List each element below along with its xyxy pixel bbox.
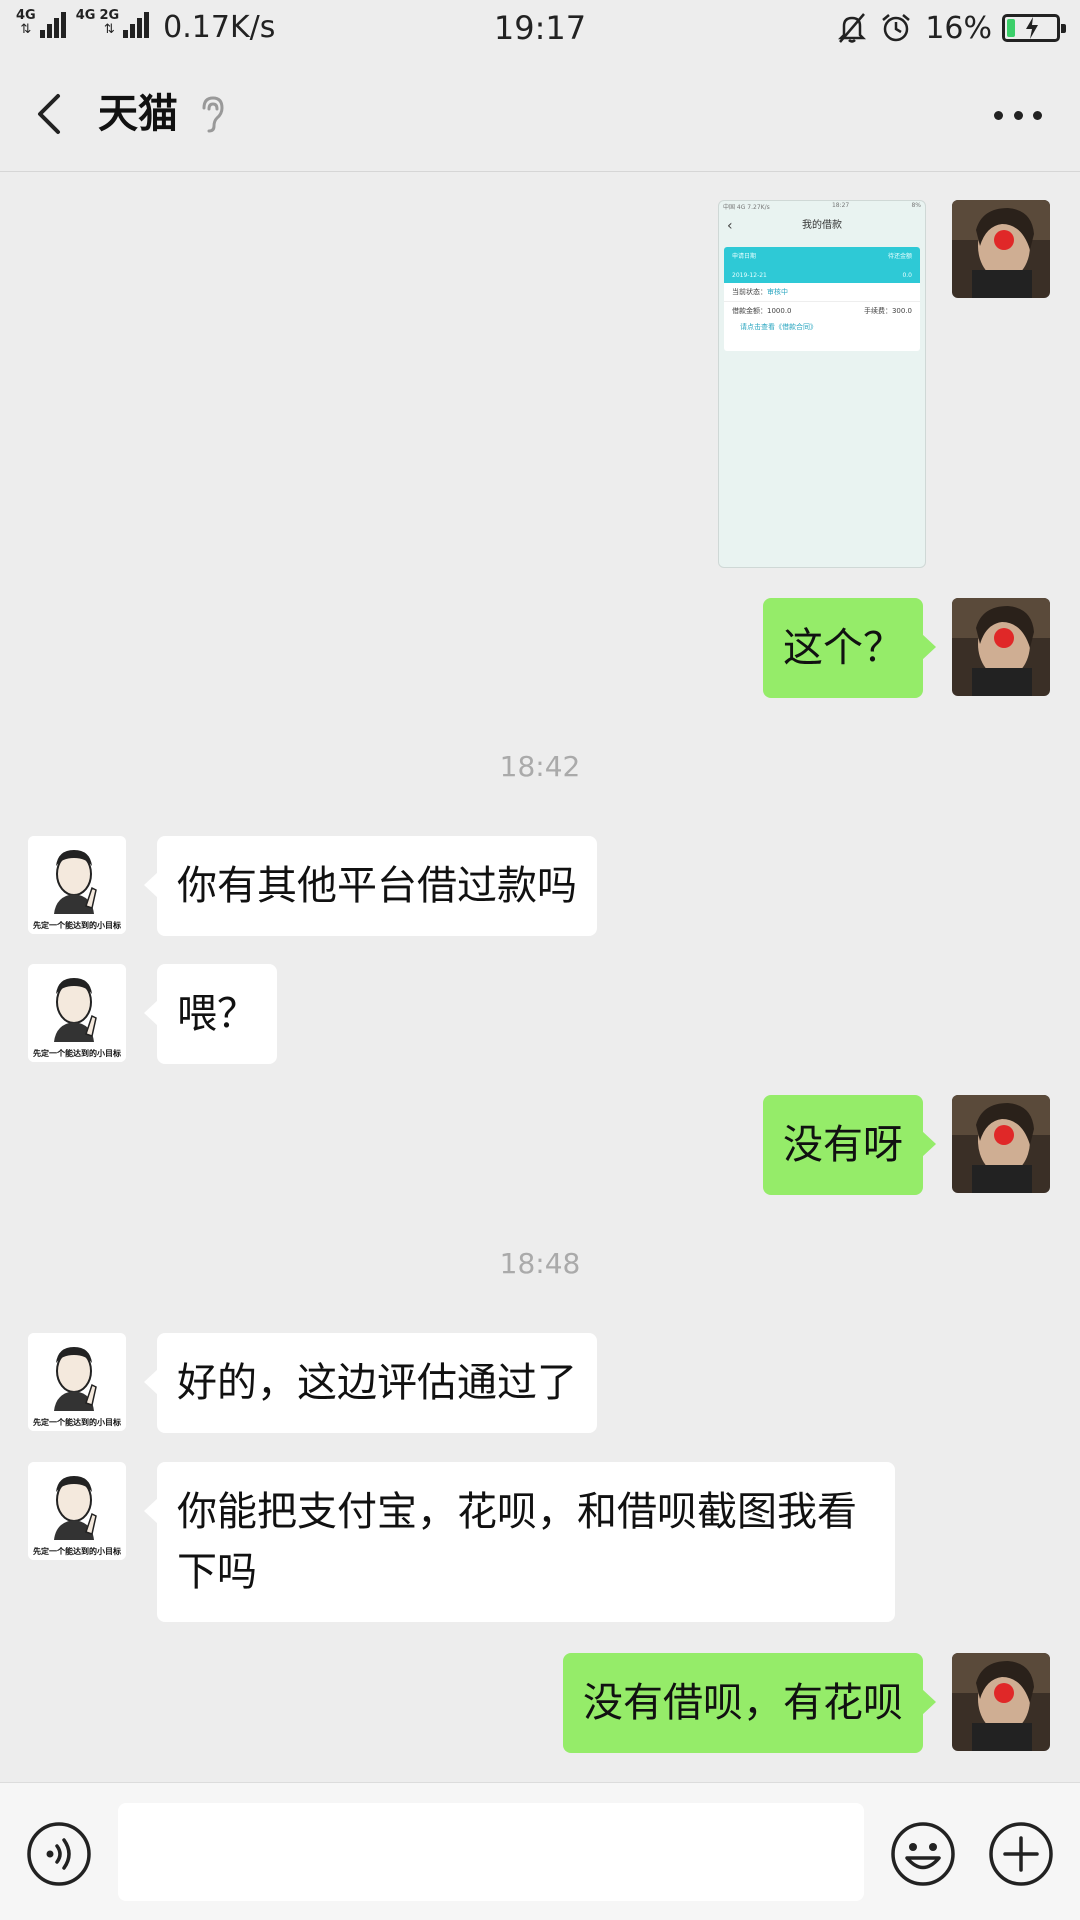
mini-fee-value: 300.0 <box>891 307 912 315</box>
contact-avatar-image <box>28 1333 126 1431</box>
mini-contract-link: 请点击查看《借款合同》 <box>740 323 817 331</box>
message-input[interactable] <box>118 1803 864 1901</box>
mini-status-left: 中国 4G 7.27K/s <box>723 204 770 211</box>
battery-tip <box>1061 24 1066 33</box>
mini-fee-label: 手续费： <box>863 307 892 315</box>
more-options-icon[interactable] <box>994 108 1042 122</box>
emoji-icon[interactable] <box>890 1821 956 1887</box>
mini-loan-card: 申请日期 待还金额 2019-12-21 0.0 当前状态： 审核中 借款金额：… <box>724 247 920 351</box>
contact-avatar-caption: 先定一个能达到的小目标 <box>33 1547 121 1556</box>
my-avatar[interactable] <box>952 1653 1050 1751</box>
dot <box>1013 110 1023 120</box>
chat-header: 天猫 <box>0 58 1080 172</box>
mini-status-right: 8% <box>911 202 921 209</box>
contact-avatar-caption: 先定一个能达到的小目标 <box>33 1418 121 1427</box>
mini-date-value: 2019-12-21 <box>732 272 767 279</box>
mini-status-value: 审核中 <box>767 288 788 296</box>
status-right: 16% <box>825 8 1066 48</box>
message-bubble-sent[interactable]: 这个？ <box>763 598 936 698</box>
message-bubble-sent[interactable]: 没有呀 <box>763 1095 936 1195</box>
earpiece-mode-icon <box>202 96 224 133</box>
contact-avatar[interactable]: 先定一个能达到的小目标 <box>28 1333 126 1431</box>
mini-loan-label: 借款金额： <box>732 307 767 315</box>
dot <box>994 110 1003 120</box>
mini-status-label: 当前状态： <box>732 288 767 296</box>
voice-input-icon[interactable] <box>26 1821 92 1887</box>
my-avatar-image <box>952 200 1050 298</box>
message-bubble-received[interactable]: 好的，这边评估通过了 <box>144 1333 597 1433</box>
mini-date-label: 申请日期 <box>732 253 757 260</box>
plus-icon[interactable] <box>988 1821 1054 1887</box>
chat-screen: 4G ⇅ 4G 2G ⇅ 0.17K/s 19:17 16% 天猫 中国 4G … <box>0 0 1080 1920</box>
contact-avatar-caption: 先定一个能达到的小目标 <box>33 1049 121 1058</box>
my-avatar-image <box>952 1095 1050 1193</box>
mini-loan-value: 1000.0 <box>767 307 792 315</box>
mini-status-time: 18:27 <box>831 202 850 209</box>
mini-back-icon: ‹ <box>727 218 733 234</box>
message-bubble-received[interactable]: 你有其他平台借过款吗 <box>144 836 597 936</box>
battery-percent: 16% <box>925 10 992 46</box>
dot <box>1033 110 1042 120</box>
mini-title: 我的借款 <box>802 220 842 231</box>
mini-status-bar: 中国 4G 7.27K/s 18:27 8% <box>719 201 925 211</box>
contact-avatar-caption: 先定一个能达到的小目标 <box>33 921 121 930</box>
mini-loan-row: 借款金额：1000.0 手续费：300.0 <box>724 302 920 320</box>
mute-bell-icon <box>838 13 867 43</box>
my-avatar[interactable] <box>952 200 1050 298</box>
contact-avatar[interactable]: 先定一个能达到的小目标 <box>28 1462 126 1560</box>
alarm-clock-icon <box>882 14 911 42</box>
my-avatar[interactable] <box>952 1095 1050 1193</box>
contact-avatar[interactable]: 先定一个能达到的小目标 <box>28 836 126 934</box>
mini-amount-value: 0.0 <box>902 272 912 279</box>
contact-avatar-image <box>28 1462 126 1560</box>
my-avatar[interactable] <box>952 598 1050 696</box>
back-arrow-icon[interactable] <box>28 86 72 142</box>
battery-fill <box>1007 19 1015 37</box>
charging-bolt-icon <box>1026 17 1038 39</box>
battery-icon <box>1002 14 1066 42</box>
message-bubble-received[interactable]: 你能把支付宝，花呗，和借呗截图我看下吗 <box>144 1462 895 1622</box>
chat-title: 天猫 <box>98 91 178 137</box>
message-bubble-received[interactable]: 喂？ <box>144 964 277 1064</box>
message-bubble-sent[interactable]: 没有借呗，有花呗 <box>563 1653 936 1753</box>
chat-input-bar <box>0 1782 1080 1920</box>
my-avatar-image <box>952 1653 1050 1751</box>
message-timestamp: 18:48 <box>499 1247 581 1280</box>
contact-avatar-image <box>28 836 126 934</box>
mini-header: ‹ 我的借款 <box>719 215 925 237</box>
contact-avatar-image <box>28 964 126 1062</box>
mini-status-row: 当前状态： 审核中 <box>724 283 920 302</box>
message-timestamp: 18:42 <box>499 750 581 783</box>
mini-amount-label: 待还金额 <box>887 253 912 260</box>
contact-avatar[interactable]: 先定一个能达到的小目标 <box>28 964 126 1062</box>
status-bar: 4G ⇅ 4G 2G ⇅ 0.17K/s 19:17 16% <box>0 0 1080 58</box>
my-avatar-image <box>952 598 1050 696</box>
image-message[interactable]: 中国 4G 7.27K/s 18:27 8% ‹ 我的借款 申请日期 待还金额 … <box>718 200 926 568</box>
mini-card-header: 申请日期 待还金额 2019-12-21 0.0 <box>724 247 920 283</box>
